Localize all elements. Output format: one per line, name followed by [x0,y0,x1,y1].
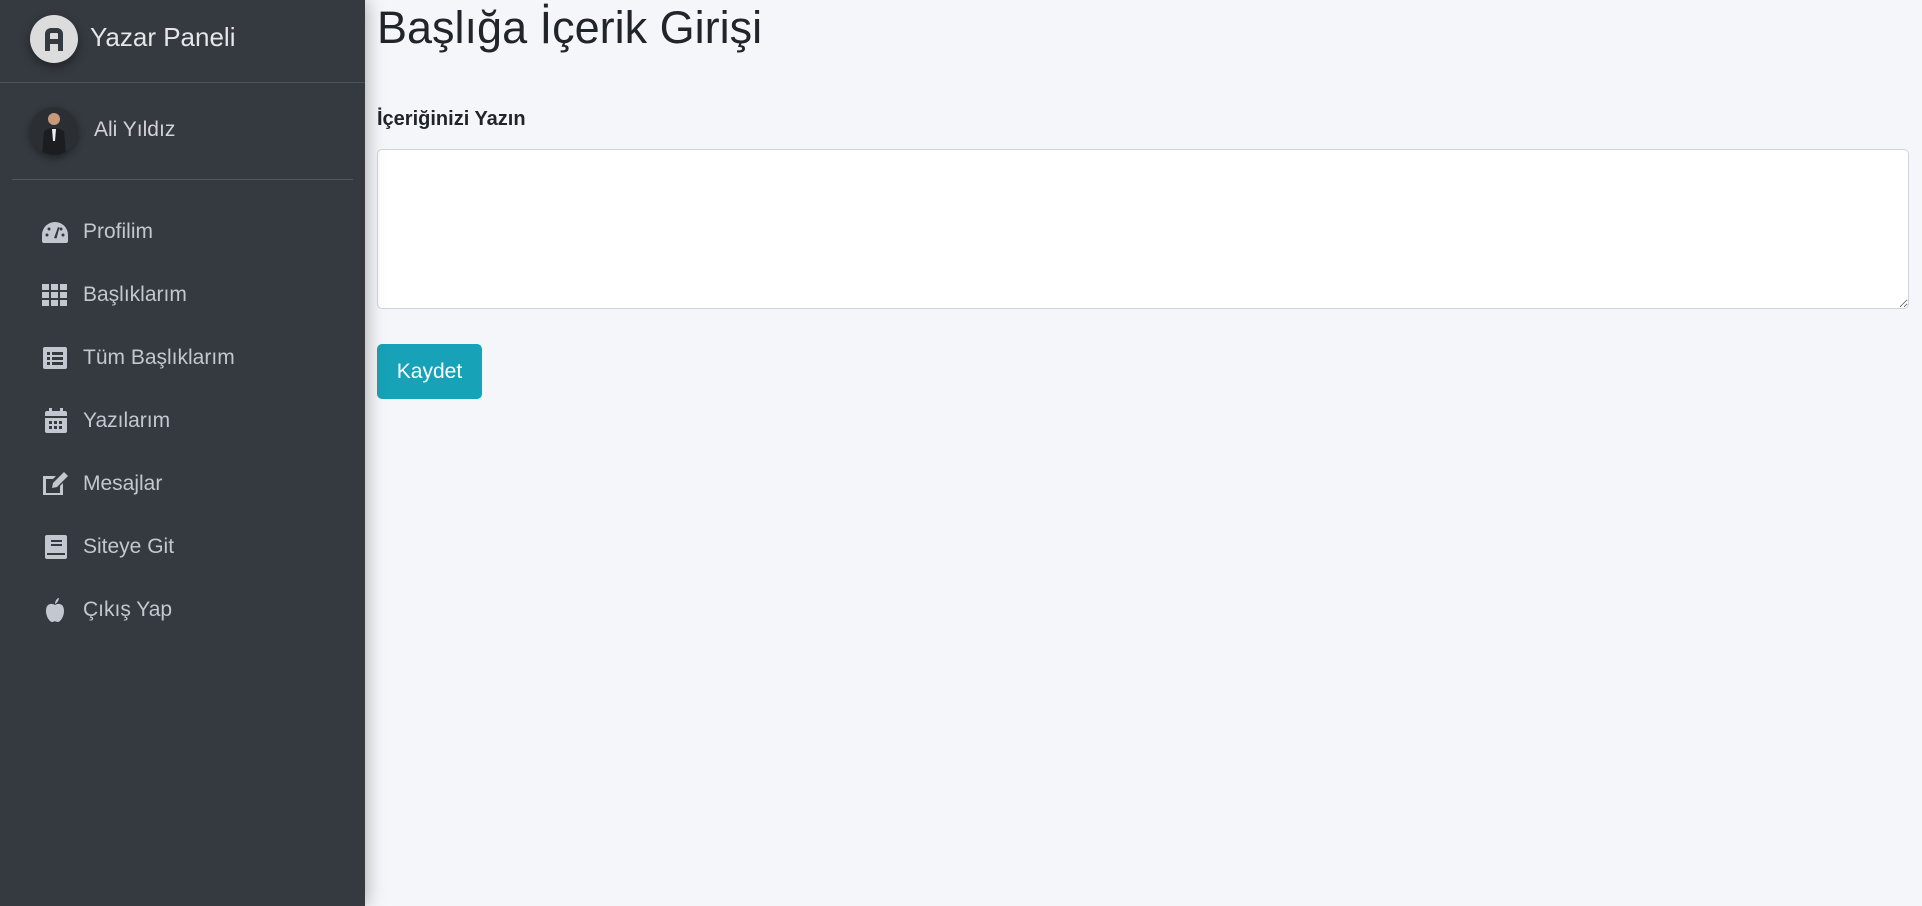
sidebar-item-mesajlar[interactable]: Mesajlar [0,452,365,515]
sidebar-item-label: Profilim [83,219,154,243]
sidebar-item-cikis-yap[interactable]: Çıkış Yap [0,578,365,641]
sidebar-item-siteye-git[interactable]: Siteye Git [0,515,365,578]
main-content: Başlığa İçerik Girişi İçeriğinizi Yazın … [365,0,1922,906]
sidebar-item-label: Yazılarım [83,408,171,432]
brand-title: Yazar Paneli [90,22,236,52]
book-icon [40,532,70,562]
tachometer-icon [40,217,70,247]
user-name: Ali Yıldız [94,118,176,141]
sidebar-item-label: Tüm Başlıklarım [83,345,235,369]
sidebar-item-label: Çıkış Yap [83,597,173,621]
sidebar-item-label: Mesajlar [83,471,163,495]
sidebar-item-label: Siteye Git [83,534,175,558]
sidebar-item-profilim[interactable]: Profilim [0,200,365,263]
brand-link[interactable]: Yazar Paneli [0,0,365,83]
list-alt-icon [40,343,70,373]
edit-icon [40,469,70,499]
sidebar: Yazar Paneli Ali Yıldız Profilim Başlıkl… [0,0,365,906]
avatar [30,107,78,155]
sidebar-item-label: Başlıklarım [83,282,187,306]
save-button[interactable]: Kaydet [377,344,482,399]
sidebar-nav: Profilim Başlıklarım Tüm Başlıklarım Yaz… [0,200,365,641]
content-textarea[interactable] [377,149,1909,309]
page-title: Başlığa İçerik Girişi [377,2,763,53]
sidebar-item-tum-basliklarim[interactable]: Tüm Başlıklarım [0,326,365,389]
calendar-icon [40,406,70,436]
grid-icon [40,280,70,310]
content-label: İçeriğinizi Yazın [377,108,526,130]
apple-icon [40,595,70,625]
user-panel[interactable]: Ali Yıldız [12,83,353,180]
sidebar-item-yazilarim[interactable]: Yazılarım [0,389,365,452]
sidebar-item-basliklarim[interactable]: Başlıklarım [0,263,365,326]
brand-logo-icon [30,15,78,63]
